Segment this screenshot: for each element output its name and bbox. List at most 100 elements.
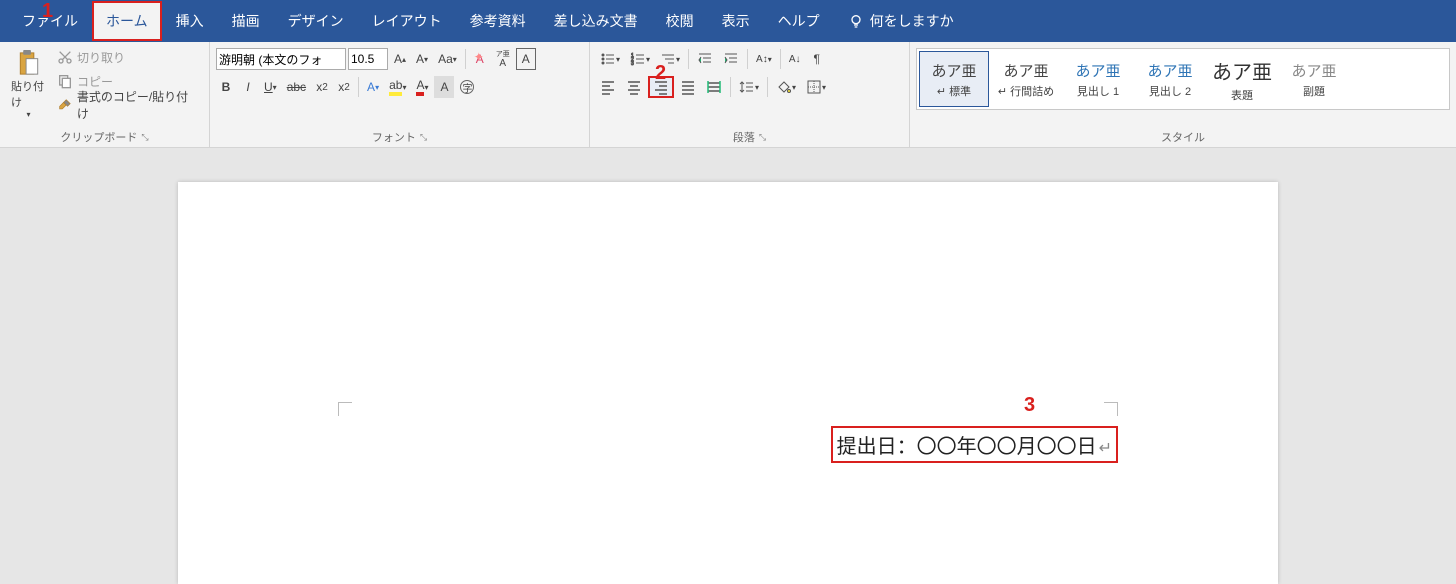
text-effects-button[interactable]: A▾ <box>363 76 383 98</box>
strikethrough-button[interactable]: abc <box>283 76 310 98</box>
outdent-icon <box>697 51 713 67</box>
dropdown-icon: ▾ <box>26 110 30 119</box>
distribute-button[interactable] <box>702 76 726 98</box>
style-name: 表題 <box>1231 87 1253 103</box>
italic-button[interactable]: I <box>238 76 258 98</box>
annotation-2: 2 <box>655 62 666 85</box>
tab-mailings[interactable]: 差し込み文書 <box>540 1 652 41</box>
doc-text-content: 提出日：〇〇年〇〇月〇〇日 <box>837 436 1097 458</box>
distribute-icon <box>706 79 722 95</box>
paint-bucket-icon <box>776 79 792 95</box>
style-heading1[interactable]: あア亜 見出し 1 <box>1063 51 1133 107</box>
text-direction-button[interactable]: A↕▾ <box>752 48 776 70</box>
align-justify-button[interactable] <box>676 76 700 98</box>
style-title[interactable]: あア亜 表題 <box>1207 51 1277 107</box>
bold-button[interactable]: B <box>216 76 236 98</box>
enclose-char-button[interactable]: 字 <box>456 76 478 98</box>
ribbon: 貼り付け ▾ 切り取り コピー 書式のコピー/貼り付け クリップボード⤡ <box>0 42 1456 148</box>
shading-button[interactable]: ▾ <box>772 76 800 98</box>
highlight-button[interactable]: ab▾ <box>385 76 410 98</box>
increase-indent-button[interactable] <box>719 48 743 70</box>
tab-insert[interactable]: 挿入 <box>162 1 218 41</box>
cut-button[interactable]: 切り取り <box>53 46 203 68</box>
style-subtitle[interactable]: あア亜 副題 <box>1279 51 1349 107</box>
style-sample: あア亜 <box>1075 60 1120 81</box>
format-painter-label: 書式のコピー/貼り付け <box>77 88 199 122</box>
superscript-button[interactable]: x2 <box>334 76 354 98</box>
style-sample: あア亜 <box>931 60 976 81</box>
increase-font-button[interactable]: A▴ <box>390 48 410 70</box>
document-text-line[interactable]: 提出日：〇〇年〇〇月〇〇日↵ <box>831 426 1118 463</box>
decrease-font-button[interactable]: A▾ <box>412 48 432 70</box>
style-sample: あア亜 <box>1147 60 1192 81</box>
style-sample: あア亜 <box>1003 60 1048 81</box>
group-paragraph: ▾ 123▾ ▾ A↕▾ A↓ ¶ ▾ ▾ <box>590 42 910 147</box>
font-size-select[interactable] <box>348 48 388 70</box>
bullets-button[interactable]: ▾ <box>596 48 624 70</box>
numbering-button[interactable]: 123▾ <box>626 48 654 70</box>
format-painter-button[interactable]: 書式のコピー/貼り付け <box>53 94 203 116</box>
document-area: 提出日：〇〇年〇〇月〇〇日↵ <box>0 148 1456 584</box>
decrease-indent-button[interactable] <box>693 48 717 70</box>
tab-layout[interactable]: レイアウト <box>358 1 456 41</box>
style-name: 副題 <box>1303 83 1325 99</box>
copy-label: コピー <box>77 73 113 90</box>
char-shading-button[interactable]: A <box>434 76 454 98</box>
font-family-select[interactable] <box>216 48 346 70</box>
borders-icon <box>806 79 822 95</box>
borders-button[interactable]: ▾ <box>802 76 830 98</box>
phonetic-guide-button[interactable]: ア亜A <box>492 48 514 70</box>
show-marks-button[interactable]: ¶ <box>807 48 827 70</box>
styles-gallery[interactable]: あア亜 ↵ 標準 あア亜 ↵ 行間詰め あア亜 見出し 1 あア亜 見出し 2 … <box>916 48 1450 110</box>
cut-label: 切り取り <box>77 49 125 66</box>
style-name: ↵ 標準 <box>937 83 971 99</box>
margin-mark-top-left <box>338 402 352 416</box>
subscript-button[interactable]: x2 <box>312 76 332 98</box>
document-page[interactable]: 提出日：〇〇年〇〇月〇〇日↵ <box>178 182 1278 584</box>
group-clipboard: 貼り付け ▾ 切り取り コピー 書式のコピー/貼り付け クリップボード⤡ <box>0 42 210 147</box>
style-name: 見出し 2 <box>1149 83 1191 99</box>
style-normal[interactable]: あア亜 ↵ 標準 <box>919 51 989 107</box>
lightbulb-icon <box>848 13 864 29</box>
group-font: A▴ A▾ Aa▾ A✦ ア亜A A B I U▾ abc x2 x2 A▾ a… <box>210 42 590 147</box>
underline-button[interactable]: U▾ <box>260 76 281 98</box>
sort-button[interactable]: A↓ <box>785 48 805 70</box>
styles-group-label: スタイル <box>1161 129 1205 145</box>
dialog-launcher-icon[interactable]: ⤡ <box>141 132 148 143</box>
svg-text:3: 3 <box>631 61 634 67</box>
tell-me-label: 何をしますか <box>870 11 954 31</box>
tab-view[interactable]: 表示 <box>708 1 764 41</box>
style-sample: あア亜 <box>1212 56 1272 85</box>
tell-me-search[interactable]: 何をしますか <box>834 1 968 41</box>
align-center-button[interactable] <box>622 76 646 98</box>
dialog-launcher-icon[interactable]: ⤡ <box>759 132 766 143</box>
character-border-button[interactable]: A <box>516 48 536 70</box>
clipboard-icon <box>13 49 45 78</box>
tab-references[interactable]: 参考資料 <box>456 1 540 41</box>
tab-design[interactable]: デザイン <box>274 1 358 41</box>
tab-review[interactable]: 校閲 <box>652 1 708 41</box>
indent-icon <box>723 51 739 67</box>
style-sample: あア亜 <box>1291 60 1336 81</box>
style-heading2[interactable]: あア亜 見出し 2 <box>1135 51 1205 107</box>
change-case-button[interactable]: Aa▾ <box>434 48 461 70</box>
align-justify-icon <box>680 79 696 95</box>
tab-draw[interactable]: 描画 <box>218 1 274 41</box>
dialog-launcher-icon[interactable]: ⤡ <box>420 132 427 143</box>
pilcrow-icon: ↵ <box>1099 440 1112 457</box>
tab-help[interactable]: ヘルプ <box>764 1 834 41</box>
margin-mark-top-right <box>1104 402 1118 416</box>
paste-button[interactable]: 貼り付け ▾ <box>6 44 51 124</box>
style-name: 見出し 1 <box>1077 83 1119 99</box>
copy-icon <box>57 73 73 89</box>
line-spacing-button[interactable]: ▾ <box>735 76 763 98</box>
style-no-spacing[interactable]: あア亜 ↵ 行間詰め <box>991 51 1061 107</box>
style-name: ↵ 行間詰め <box>998 83 1054 99</box>
font-color-button[interactable]: A▾ <box>412 76 432 98</box>
paintbrush-icon <box>57 97 73 113</box>
ribbon-tab-bar: ファイル ホーム 挿入 描画 デザイン レイアウト 参考資料 差し込み文書 校閲… <box>0 0 1456 42</box>
align-left-button[interactable] <box>596 76 620 98</box>
clear-format-button[interactable]: A✦ <box>470 48 490 70</box>
scissors-icon <box>57 49 73 65</box>
tab-home[interactable]: ホーム <box>92 1 162 41</box>
